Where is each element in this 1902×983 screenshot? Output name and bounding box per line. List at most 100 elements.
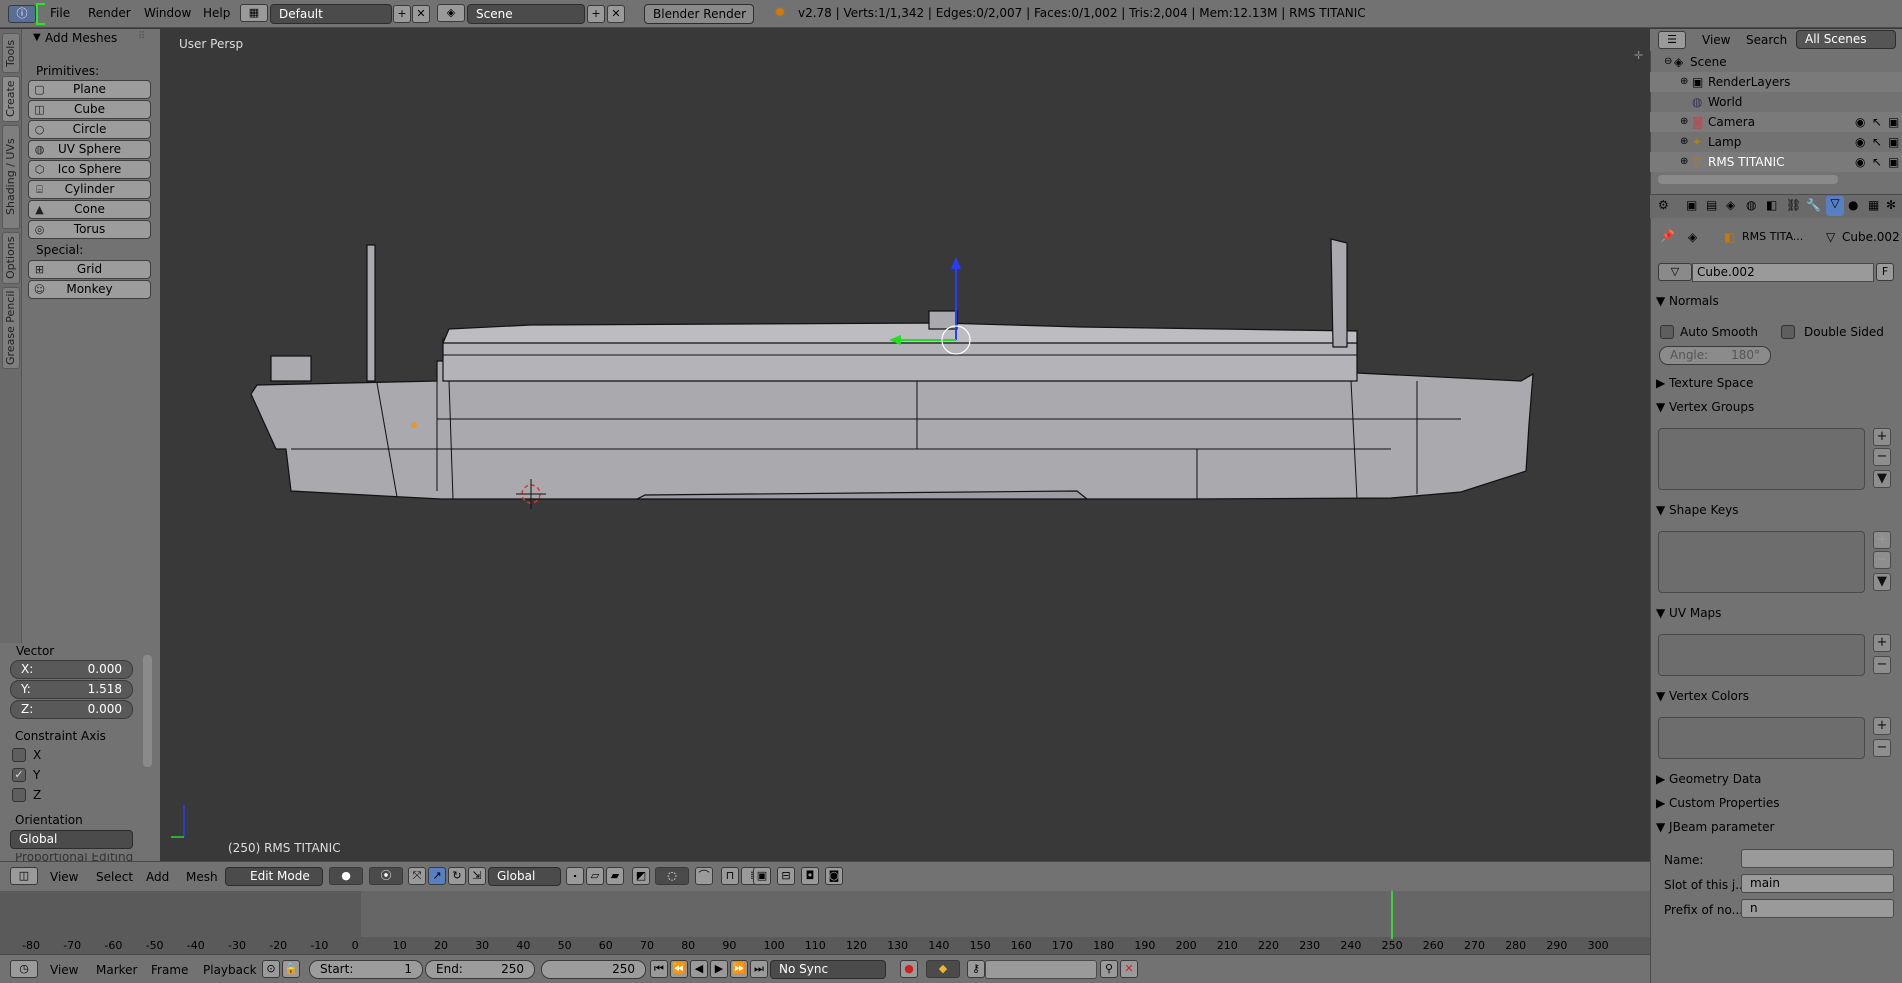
jbeam-slot-field[interactable]: main <box>1741 874 1894 893</box>
translate-icon[interactable]: ↗ <box>428 867 446 885</box>
lock-icon[interactable]: 🔒 <box>282 960 300 978</box>
menu-render[interactable]: Render <box>88 6 131 20</box>
rotate-icon[interactable]: ↻ <box>448 867 466 885</box>
sync-dropdown[interactable]: No Sync <box>770 960 886 979</box>
layers-icon[interactable]: ⊟ <box>777 867 795 885</box>
remove-scene-icon[interactable]: ✕ <box>607 5 625 23</box>
vector-y-field[interactable]: Y: 1.518 <box>10 680 133 699</box>
add-grid-button[interactable]: ⊞ Grid <box>28 260 151 279</box>
jbeam-prefix-field[interactable]: n <box>1741 899 1894 918</box>
outliner-row-lamp[interactable]: ⊕ ✦ Lamp ◉ ↖ ▣ <box>1650 132 1902 152</box>
pin-icon[interactable]: 📌 <box>1660 229 1675 243</box>
vertex-colors-header[interactable]: ▼ Vertex Colors <box>1656 689 1749 703</box>
angle-field[interactable]: Angle: 180° <box>1659 346 1771 365</box>
scene-dropdown[interactable]: Scene <box>467 4 585 24</box>
shape-keys-list[interactable] <box>1658 531 1865 593</box>
jump-end-icon[interactable]: ⏭ <box>750 960 768 978</box>
tab-options[interactable]: Options <box>2 232 20 284</box>
outliner-row-rms-titanic[interactable]: ⊕ ▽ RMS TITANIC ◉ ↖ ▣ <box>1650 152 1902 172</box>
vertex-group-add-icon[interactable]: + <box>1873 428 1891 446</box>
add-cube-button[interactable]: ◫ Cube <box>28 100 151 119</box>
timeline-menu-view[interactable]: View <box>50 963 78 977</box>
timeline-menu-marker[interactable]: Marker <box>96 963 137 977</box>
constraint-y-checkbox[interactable]: ✓ <box>12 768 26 782</box>
vertex-group-remove-icon[interactable]: − <box>1873 448 1891 466</box>
outliner-row-world[interactable]: ◍ World <box>1650 92 1902 112</box>
outliner-row-scene[interactable]: ⊖ ◈ Scene <box>1650 52 1902 72</box>
normals-header[interactable]: ▼ Normals <box>1656 294 1719 308</box>
render-camera-icon[interactable]: ▣ <box>1888 152 1899 172</box>
scale-icon[interactable]: ⇲ <box>468 867 486 885</box>
vertex-colors-list[interactable] <box>1658 717 1865 759</box>
end-frame-field[interactable]: End: 250 <box>425 960 535 979</box>
menu-select[interactable]: Select <box>96 870 133 884</box>
layout-dropdown[interactable]: Default <box>270 4 392 24</box>
outliner-scrollbar[interactable] <box>1658 175 1838 184</box>
edge-select-icon[interactable]: ▱ <box>586 867 604 885</box>
operator-scrollbar[interactable] <box>143 655 152 767</box>
info-editor-icon[interactable]: ⓘ <box>8 5 36 23</box>
play-reverse-icon[interactable]: ◀ <box>690 960 708 978</box>
vertex-groups-header[interactable]: ▼ Vertex Groups <box>1656 400 1754 414</box>
menu-mesh[interactable]: Mesh <box>186 870 218 884</box>
render-animation-icon[interactable]: ◙ <box>825 867 843 885</box>
vertex-color-add-icon[interactable]: + <box>1873 717 1891 735</box>
prev-keyframe-icon[interactable]: ⏪ <box>670 960 688 978</box>
mode-dropdown[interactable]: Edit Mode <box>225 867 323 886</box>
outliner-filter-dropdown[interactable]: All Scenes <box>1796 30 1896 49</box>
renderlayers-tab-icon[interactable]: ▤ <box>1706 198 1717 212</box>
constraints-tab-icon[interactable]: ⛓ <box>1786 198 1801 212</box>
add-torus-button[interactable]: ◎ Torus <box>28 220 151 239</box>
screen-layout-icon[interactable]: ▦ <box>240 4 268 22</box>
occlude-geometry-icon[interactable]: ◩ <box>632 867 650 885</box>
jbeam-header[interactable]: ▼ JBeam parameter <box>1656 820 1774 834</box>
collapse-triangle-icon[interactable]: ▼ <box>33 32 41 43</box>
render-preview-icon[interactable]: ▣ <box>753 867 771 885</box>
remove-layout-icon[interactable]: ✕ <box>412 5 430 23</box>
snap-toggle-icon[interactable]: ⊓ <box>721 867 739 885</box>
world-tab-icon[interactable]: ◍ <box>1746 198 1756 212</box>
insert-keyframe-icon[interactable]: ⚲ <box>1100 960 1118 978</box>
add-ico-sphere-button[interactable]: ⬡ Ico Sphere <box>28 160 151 179</box>
keying-icon[interactable]: ◆ <box>926 960 960 978</box>
render-icon[interactable]: ◘ <box>801 867 819 885</box>
add-plane-button[interactable]: ▢ Plane <box>28 80 151 99</box>
play-icon[interactable]: ▶ <box>710 960 728 978</box>
proportional-falloff-icon[interactable]: ⌒ <box>695 867 713 885</box>
keyset-icon[interactable]: ⚷ <box>967 960 985 978</box>
constraint-x-checkbox[interactable] <box>12 748 26 762</box>
scene-icon[interactable]: ◈ <box>437 4 465 22</box>
delete-keyframe-icon[interactable]: ✕ <box>1120 960 1138 978</box>
double-sided-checkbox[interactable] <box>1781 325 1795 339</box>
shape-keys-header[interactable]: ▼ Shape Keys <box>1656 503 1738 517</box>
current-frame-line[interactable] <box>1391 891 1393 939</box>
proportional-editing-icon[interactable]: ◌ <box>655 867 689 885</box>
outliner-menu-search[interactable]: Search <box>1746 33 1787 47</box>
vertex-groups-list[interactable] <box>1658 428 1865 490</box>
visibility-eye-icon[interactable]: ◉ <box>1855 132 1865 152</box>
outliner-row-camera[interactable]: ⊕ ◙ Camera ◉ ↖ ▣ <box>1650 112 1902 132</box>
add-circle-button[interactable]: ○ Circle <box>28 120 151 139</box>
visibility-eye-icon[interactable]: ◉ <box>1855 112 1865 132</box>
fake-user-button[interactable]: F <box>1876 263 1894 281</box>
orientation-dropdown[interactable]: Global <box>10 830 133 849</box>
tab-shading-uvs[interactable]: Shading / UVs <box>2 125 20 229</box>
tab-create[interactable]: Create <box>2 76 20 122</box>
menu-view[interactable]: View <box>50 870 78 884</box>
record-icon[interactable]: ● <box>900 960 918 978</box>
outliner-row-renderlayers[interactable]: ⊕ ▣ RenderLayers <box>1650 72 1902 92</box>
select-cursor-icon[interactable]: ↖ <box>1872 132 1882 152</box>
add-cone-button[interactable]: ▲ Cone <box>28 200 151 219</box>
add-layout-icon[interactable]: + <box>393 5 411 23</box>
outliner-menu-view[interactable]: View <box>1702 33 1730 47</box>
render-engine-dropdown[interactable]: Blender Render <box>644 4 754 24</box>
add-scene-icon[interactable]: + <box>587 5 605 23</box>
keying-set-field[interactable] <box>985 960 1097 979</box>
object-tab-icon[interactable]: ◧ <box>1766 198 1777 212</box>
visibility-eye-icon[interactable]: ◉ <box>1855 152 1865 172</box>
pivot-dropdown-icon[interactable]: ⦿ <box>369 867 403 885</box>
constraint-z-checkbox[interactable] <box>12 788 26 802</box>
scene-tab-icon[interactable]: ◈ <box>1726 198 1735 212</box>
render-tab-icon[interactable]: ▣ <box>1686 198 1697 212</box>
particles-tab-icon[interactable]: ✻ <box>1886 198 1896 212</box>
